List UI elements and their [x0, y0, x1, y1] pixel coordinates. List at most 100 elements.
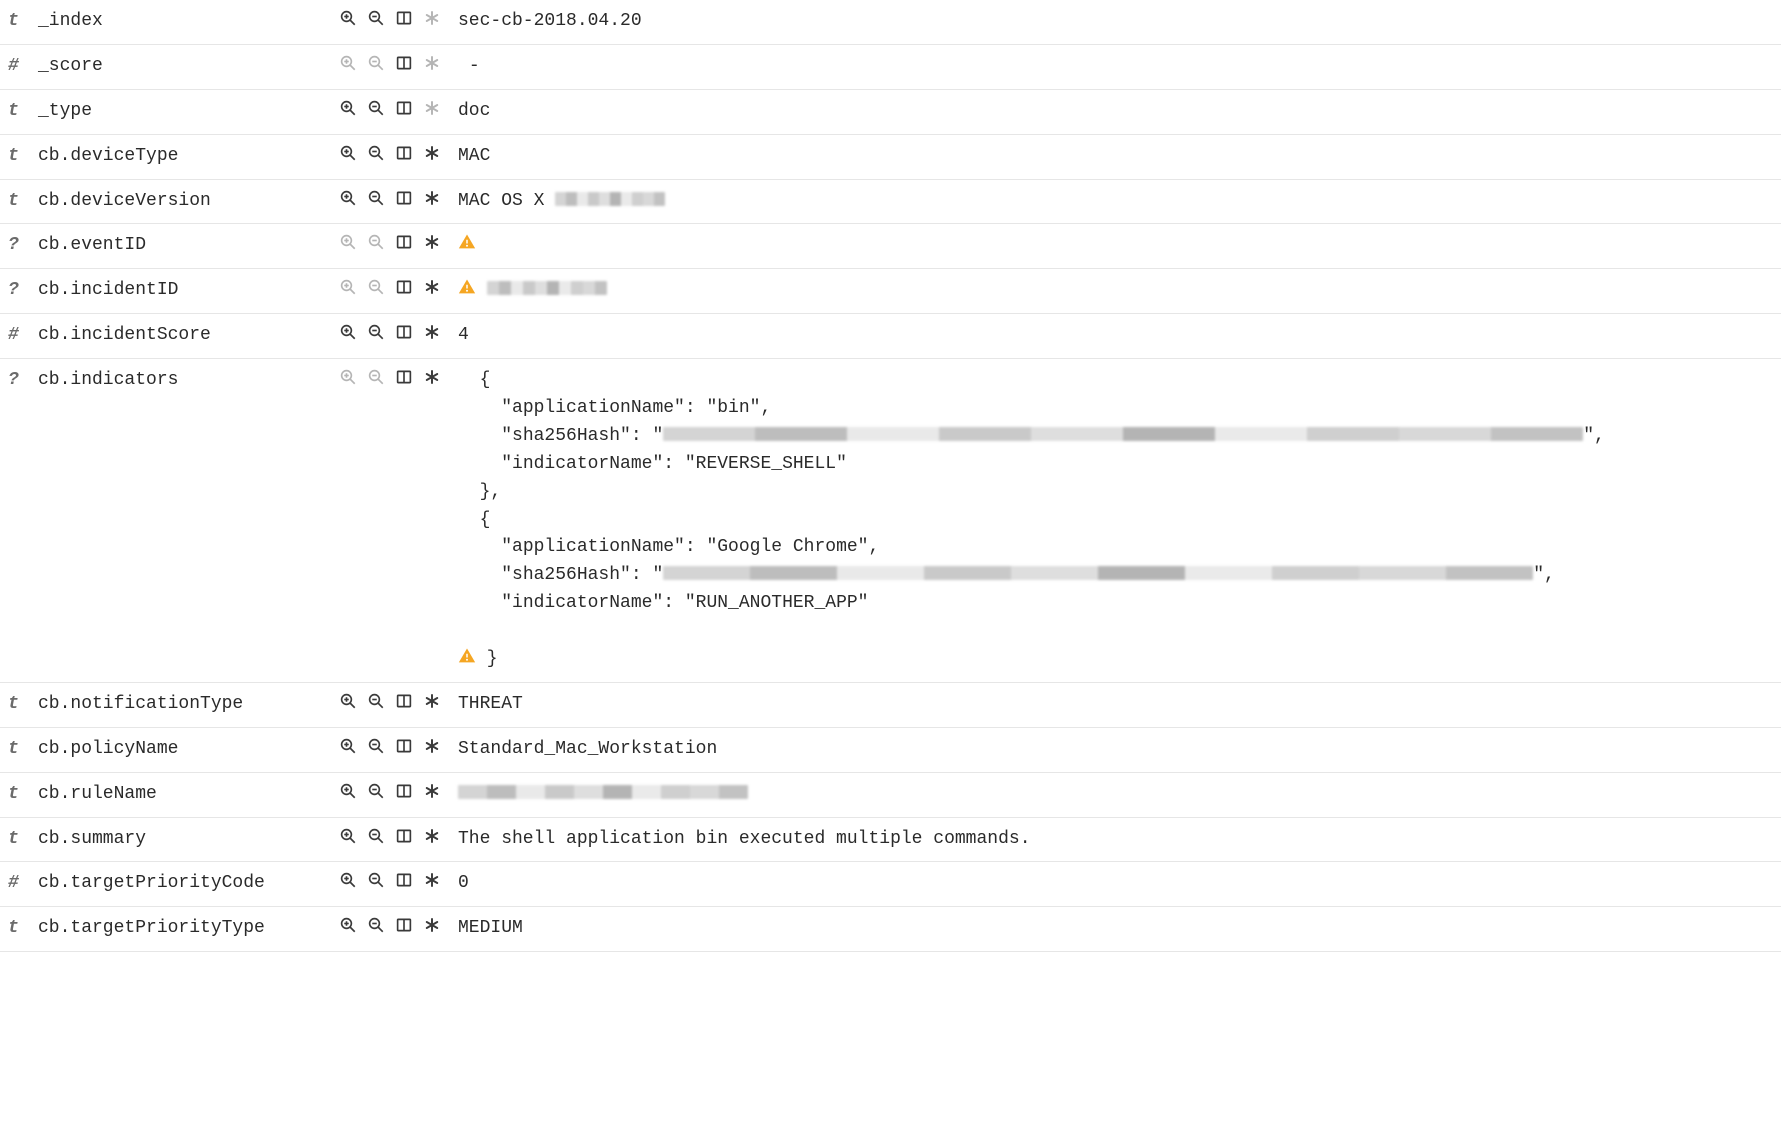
filter-for-value-icon[interactable]: [338, 870, 358, 890]
filter-for-value-icon[interactable]: [338, 8, 358, 28]
filter-out-value-icon[interactable]: [366, 188, 386, 208]
field-actions: [338, 188, 442, 208]
field-name: cb.incidentScore: [38, 322, 338, 350]
field-value: sec-cb-2018.04.20: [458, 8, 1775, 36]
field-actions: [338, 143, 442, 163]
filter-exists-icon[interactable]: [422, 188, 442, 208]
toggle-column-icon[interactable]: [394, 367, 414, 387]
toggle-column-icon[interactable]: [394, 8, 414, 28]
filter-exists-icon[interactable]: [422, 691, 442, 711]
filter-for-value-icon[interactable]: [338, 98, 358, 118]
toggle-column-icon[interactable]: [394, 322, 414, 342]
field-name: cb.ruleName: [38, 781, 338, 809]
filter-out-value-icon[interactable]: [366, 98, 386, 118]
field-name: cb.deviceVersion: [38, 188, 338, 216]
toggle-column-icon[interactable]: [394, 53, 414, 73]
toggle-column-icon[interactable]: [394, 870, 414, 890]
field-value: 0: [458, 870, 1775, 898]
filter-exists-icon[interactable]: [422, 736, 442, 756]
field-type-indicator: ?: [4, 277, 38, 305]
field-type-indicator: t: [4, 915, 38, 943]
field-type-indicator: t: [4, 188, 38, 216]
filter-exists-icon[interactable]: [422, 232, 442, 252]
field-actions: [338, 277, 442, 297]
filter-out-value-icon[interactable]: [366, 826, 386, 846]
filter-for-value-icon[interactable]: [338, 188, 358, 208]
field-name: cb.summary: [38, 826, 338, 854]
filter-for-value-icon[interactable]: [338, 915, 358, 935]
filter-out-value-icon: [366, 277, 386, 297]
field-row: ?cb.indicators { "applicationName": "bin…: [0, 359, 1781, 683]
redacted-content: [487, 281, 607, 295]
toggle-column-icon[interactable]: [394, 143, 414, 163]
field-row: ?cb.incidentID: [0, 269, 1781, 314]
field-value: MAC: [458, 143, 1775, 171]
toggle-column-icon[interactable]: [394, 232, 414, 252]
field-row: tcb.targetPriorityTypeMEDIUM: [0, 907, 1781, 952]
field-actions: [338, 8, 442, 28]
field-actions: [338, 691, 442, 711]
filter-for-value-icon[interactable]: [338, 322, 358, 342]
field-type-indicator: t: [4, 691, 38, 719]
filter-exists-icon[interactable]: [422, 915, 442, 935]
filter-out-value-icon[interactable]: [366, 736, 386, 756]
filter-out-value-icon[interactable]: [366, 322, 386, 342]
toggle-column-icon[interactable]: [394, 188, 414, 208]
filter-out-value-icon: [366, 367, 386, 387]
field-name: _score: [38, 53, 338, 81]
warning-icon: [458, 233, 476, 251]
filter-exists-icon[interactable]: [422, 826, 442, 846]
field-name: _type: [38, 98, 338, 126]
filter-out-value-icon[interactable]: [366, 915, 386, 935]
field-actions: [338, 322, 442, 342]
toggle-column-icon[interactable]: [394, 736, 414, 756]
field-row: #_score -: [0, 45, 1781, 90]
filter-for-value-icon[interactable]: [338, 781, 358, 801]
filter-for-value-icon[interactable]: [338, 143, 358, 163]
filter-out-value-icon[interactable]: [366, 8, 386, 28]
toggle-column-icon[interactable]: [394, 781, 414, 801]
filter-exists-icon[interactable]: [422, 143, 442, 163]
toggle-column-icon[interactable]: [394, 98, 414, 118]
redacted-content: [663, 427, 1583, 441]
filter-exists-icon[interactable]: [422, 367, 442, 387]
filter-out-value-icon[interactable]: [366, 143, 386, 163]
field-name: cb.policyName: [38, 736, 338, 764]
filter-for-value-icon: [338, 53, 358, 73]
field-type-indicator: t: [4, 8, 38, 36]
field-row: t_indexsec-cb-2018.04.20: [0, 0, 1781, 45]
field-value: The shell application bin executed multi…: [458, 826, 1775, 854]
filter-exists-icon[interactable]: [422, 870, 442, 890]
field-actions: [338, 98, 442, 118]
filter-exists-icon[interactable]: [422, 277, 442, 297]
field-value: [458, 277, 1775, 305]
field-type-indicator: t: [4, 781, 38, 809]
field-type-indicator: #: [4, 870, 38, 898]
field-type-indicator: t: [4, 143, 38, 171]
field-actions: [338, 367, 442, 387]
field-actions: [338, 232, 442, 252]
toggle-column-icon[interactable]: [394, 915, 414, 935]
field-value: THREAT: [458, 691, 1775, 719]
filter-for-value-icon[interactable]: [338, 691, 358, 711]
filter-out-value-icon[interactable]: [366, 691, 386, 711]
toggle-column-icon[interactable]: [394, 826, 414, 846]
toggle-column-icon[interactable]: [394, 277, 414, 297]
filter-exists-icon: [422, 53, 442, 73]
field-row: tcb.policyNameStandard_Mac_Workstation: [0, 728, 1781, 773]
filter-out-value-icon[interactable]: [366, 870, 386, 890]
filter-exists-icon[interactable]: [422, 781, 442, 801]
redacted-content: [555, 192, 665, 206]
filter-exists-icon[interactable]: [422, 322, 442, 342]
filter-for-value-icon[interactable]: [338, 826, 358, 846]
field-type-indicator: t: [4, 736, 38, 764]
field-value: [458, 781, 1775, 809]
field-value: { "applicationName": "bin", "sha256Hash"…: [458, 367, 1775, 674]
filter-exists-icon: [422, 98, 442, 118]
field-value: 4: [458, 322, 1775, 350]
field-row: tcb.notificationTypeTHREAT: [0, 683, 1781, 728]
filter-for-value-icon[interactable]: [338, 736, 358, 756]
filter-out-value-icon[interactable]: [366, 781, 386, 801]
field-actions: [338, 915, 442, 935]
toggle-column-icon[interactable]: [394, 691, 414, 711]
